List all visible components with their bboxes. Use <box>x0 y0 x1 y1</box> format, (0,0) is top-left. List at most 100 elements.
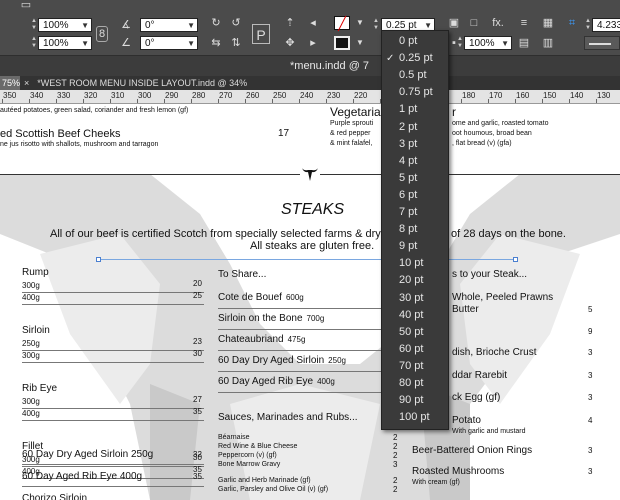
stroke-menu-item[interactable]: 3 pt <box>382 136 450 153</box>
opacity-stepper[interactable]: ▲ ▼ <box>456 36 464 50</box>
stroke-menu-item[interactable]: 0.5 pt <box>382 67 450 84</box>
opacity-field[interactable]: 100% ▼ <box>464 36 512 50</box>
ruler-tick <box>245 99 246 103</box>
document-tabs: 75% × *WEST ROOM MENU INSIDE LAYOUT.indd … <box>0 76 620 90</box>
sauce-price: 2 <box>393 476 398 485</box>
col3-price: 3 <box>588 446 593 455</box>
horizontal-ruler[interactable]: 350 340 330 320 310 300 290 280 270 260 250 240 230 2… <box>0 90 620 104</box>
tab-document[interactable]: × *WEST ROOM MENU INSIDE LAYOUT.indd @ 34… <box>24 76 247 90</box>
rotate-cw-icon[interactable]: ↻ <box>208 16 224 30</box>
stroke-weight-menu: 0 pt ✓ 0.25 pt 0.5 pt 0.75 pt 1 pt 2 pt 3 pt 4 p… <box>381 30 449 430</box>
corner-options-icon[interactable]: □ <box>466 16 482 30</box>
col1-weight: 300g <box>22 351 40 360</box>
flip-vertical-icon[interactable]: ⇅ <box>228 36 244 50</box>
beef-cheeks-desc: ne jus risotto with shallots, mushroom a… <box>0 141 159 148</box>
ruler-tick <box>461 99 462 103</box>
ruler-tick <box>2 99 3 103</box>
rotate-ccw-icon[interactable]: ↺ <box>228 16 244 30</box>
ref-stepper[interactable]: ▲ ▼ <box>584 18 592 32</box>
col1-rule <box>22 466 204 467</box>
ref-value-field[interactable]: 4.233 <box>592 18 620 32</box>
ruler-tick-label: 350 <box>3 91 17 100</box>
stroke-menu-item[interactable]: 5 pt <box>382 170 450 187</box>
stroke-menu-item[interactable]: 10 pt <box>382 255 450 272</box>
align-icon[interactable]: ▤ <box>516 36 532 50</box>
ruler-tick <box>515 99 516 103</box>
select-previous-icon[interactable]: ◂ <box>305 16 321 30</box>
fx-effects-icon[interactable]: fx. <box>490 16 506 30</box>
close-icon[interactable]: × <box>24 78 29 88</box>
ruler-tick-label: 150 <box>543 91 557 100</box>
top-line: autéed potatoes, green salad, coriander … <box>0 107 189 114</box>
ruler-tick <box>110 99 111 103</box>
tab-active-zoom[interactable]: 75% <box>0 76 20 90</box>
ruler-tick <box>191 99 192 103</box>
stroke-menu-item[interactable]: 9 pt <box>382 238 450 255</box>
stroke-menu-item[interactable]: 1 pt <box>382 101 450 118</box>
selection-handle-right[interactable] <box>513 257 518 262</box>
flip-horizontal-icon[interactable]: ⇆ <box>208 36 224 50</box>
ruler-tick-label: 180 <box>462 91 476 100</box>
select-next-icon[interactable]: ▸ <box>305 36 321 50</box>
stroke-menu-item[interactable]: 70 pt <box>382 358 450 375</box>
selected-frame-edge[interactable] <box>98 259 518 260</box>
ruler-tick <box>299 99 300 103</box>
stroke-menu-item[interactable]: 60 pt <box>382 341 450 358</box>
type-preview-icon[interactable]: P <box>252 24 270 44</box>
distribute-icon[interactable]: ▥ <box>540 36 556 50</box>
scale-x-field[interactable]: 100% ▼ <box>38 18 92 32</box>
col2-rule <box>218 371 400 372</box>
select-container-icon[interactable]: ⇡ <box>282 16 298 30</box>
ruler-tick <box>596 99 597 103</box>
stroke-swatch-icon[interactable] <box>334 36 350 50</box>
stroke-menu-item[interactable]: 7 pt <box>382 204 450 221</box>
stroke-type-dropdown[interactable] <box>584 36 620 50</box>
fill-none-swatch-icon[interactable]: ╱ <box>334 16 350 31</box>
stroke-menu-item[interactable]: 80 pt <box>382 375 450 392</box>
selection-handle-left[interactable] <box>96 257 101 262</box>
text-wrap-icon[interactable]: ≡ <box>516 16 532 30</box>
stroke-menu-item[interactable]: 90 pt <box>382 392 450 409</box>
veg-line-1: Purple sprouti <box>330 120 374 127</box>
stroke-weight-stepper[interactable]: ▲ ▼ <box>372 18 380 32</box>
stroke-dropdown-icon[interactable]: ▼ <box>352 36 368 50</box>
stroke-menu-item[interactable]: 0.75 pt <box>382 84 450 101</box>
col1-rule <box>22 362 204 363</box>
col3-price: 3 <box>588 348 593 357</box>
col2-rule <box>218 308 400 309</box>
stroke-menu-item[interactable]: 20 pt <box>382 272 450 289</box>
frame-fitting-icon[interactable]: ▣ <box>446 16 462 30</box>
scale-x-stepper[interactable]: ▲ ▼ <box>30 18 38 32</box>
col1-rule <box>22 486 204 487</box>
auto-fit-icon[interactable]: ⌗ <box>564 16 580 30</box>
col2-rule <box>218 350 400 351</box>
stroke-menu-item[interactable]: 6 pt <box>382 187 450 204</box>
stroke-menu-item[interactable]: 0 pt <box>382 33 450 50</box>
constrain-link-icon[interactable]: 8 <box>96 26 108 42</box>
sauce-price: 2 <box>393 451 398 460</box>
wrap-around-icon[interactable]: ▦ <box>540 16 556 30</box>
frame-icon[interactable]: ▭ <box>18 0 34 12</box>
stroke-menu-item[interactable]: 100 pt <box>382 409 450 426</box>
stroke-menu-item[interactable]: 2 pt <box>382 119 450 136</box>
stroke-menu-item[interactable]: 8 pt <box>382 221 450 238</box>
stroke-menu-item[interactable]: 40 pt <box>382 307 450 324</box>
stroke-menu-item[interactable]: 50 pt <box>382 324 450 341</box>
shear-field[interactable]: 0° ▼ <box>140 36 198 50</box>
fill-dropdown-icon[interactable]: ▼ <box>352 16 368 30</box>
col2-item-weight: 600g <box>285 293 304 302</box>
col1-item-name: Rib Eye <box>22 383 58 394</box>
document-canvas[interactable]: autéed potatoes, green salad, coriander … <box>0 104 620 500</box>
stroke-menu-item[interactable]: 30 pt <box>382 290 450 307</box>
stroke-menu-item[interactable]: ✓ 0.25 pt <box>382 50 450 67</box>
scale-y-stepper[interactable]: ▲ ▼ <box>30 36 38 50</box>
rotate-field[interactable]: 0° ▼ <box>140 18 198 32</box>
ruler-tick-label: 270 <box>219 91 233 100</box>
scale-y-field[interactable]: 100% ▼ <box>38 36 92 50</box>
col3-item-name: dish, Brioche Crust <box>452 347 537 358</box>
stroke-menu-item-label: 10 pt <box>399 257 424 270</box>
col1-rule <box>22 304 204 305</box>
stroke-menu-item[interactable]: 4 pt <box>382 153 450 170</box>
select-content-icon[interactable]: ✥ <box>282 36 298 50</box>
stroke-menu-item-label: 4 pt <box>399 154 418 167</box>
